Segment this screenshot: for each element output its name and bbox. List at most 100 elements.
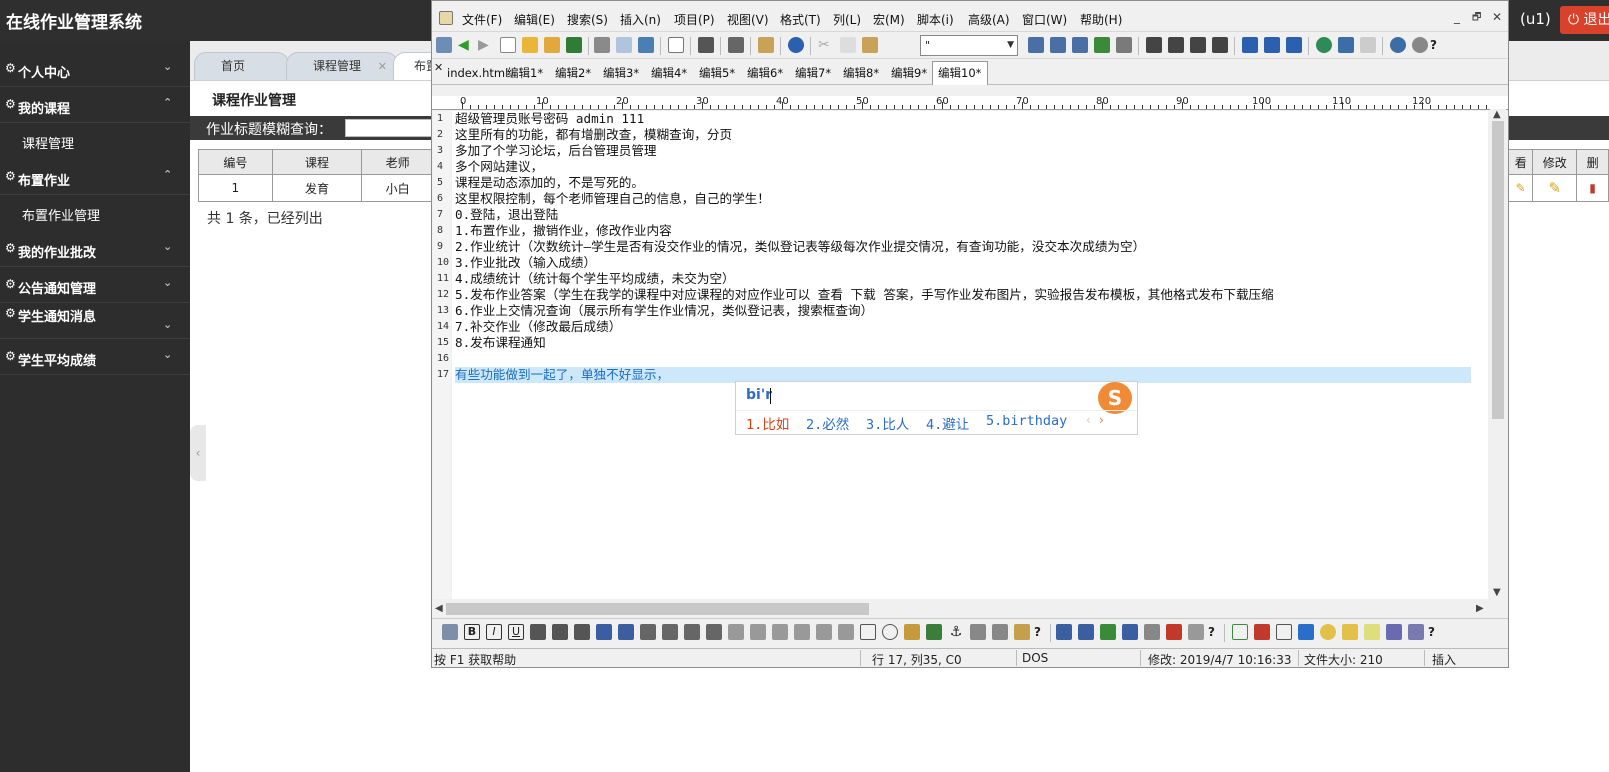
ime-candidate[interactable]: 1.比如 (746, 413, 789, 433)
align-justify-icon[interactable] (706, 624, 722, 640)
help-icon[interactable]: ? (1034, 624, 1050, 640)
sidebar-subitem-course-management[interactable]: 课程管理 (0, 123, 190, 159)
password-icon[interactable] (816, 624, 832, 640)
menu-help[interactable]: 帮助(H) (1080, 11, 1122, 28)
ime-candidate[interactable]: 4.避让 (926, 413, 969, 433)
frame-icon[interactable] (1078, 624, 1094, 640)
open-project-icon[interactable] (436, 37, 452, 53)
text-line[interactable]: 4.成绩统计（统计每个学生平均成绩，未交为空） (455, 271, 1471, 287)
menu-window[interactable]: 窗口(W) (1022, 11, 1067, 28)
scroll-left-icon[interactable]: ◀ (435, 603, 443, 614)
sidebar-item-average-scores[interactable]: ⚙ 学生平均成绩 ⌄ (0, 339, 190, 375)
paste-icon[interactable] (862, 37, 878, 53)
globe-icon[interactable] (1316, 37, 1332, 53)
sidebar-item-student-messages[interactable]: ⚙ 学生通知消息 ⌄ (0, 303, 190, 339)
wizard-icon[interactable] (1188, 624, 1204, 640)
help-icon[interactable]: ? (1208, 624, 1224, 640)
text-line[interactable]: 3.作业批改（输入成绩） (455, 255, 1471, 271)
checkbox-icon[interactable] (860, 624, 876, 640)
id-icon[interactable] (1122, 624, 1138, 640)
lock-icon[interactable] (1014, 624, 1030, 640)
document-icon[interactable] (668, 37, 684, 53)
text-line[interactable]: 超级管理员账号密码 admin 111 (455, 111, 1471, 127)
ime-next-icon[interactable]: › (1099, 413, 1104, 427)
close-icon[interactable]: ✕ (378, 53, 387, 80)
special-char-icon[interactable] (970, 624, 986, 640)
menu-file[interactable]: 文件(F) (462, 11, 502, 28)
sidebar-item-announcements[interactable]: ⚙ 公告通知管理 ⌄ (0, 267, 190, 303)
split-vertical-icon[interactable] (1264, 37, 1280, 53)
menu-view[interactable]: 视图(V) (727, 11, 769, 28)
ime-candidate[interactable]: 3.比人 (866, 413, 909, 433)
php-icon[interactable] (1386, 624, 1402, 640)
copy-icon[interactable] (840, 37, 856, 53)
tab-home[interactable]: 首页 (194, 52, 289, 80)
menu-macro[interactable]: 宏(M) (873, 11, 905, 28)
word-wrap-icon[interactable] (698, 37, 714, 53)
save-icon[interactable] (566, 37, 582, 53)
anchor-icon[interactable]: ⚓ (948, 624, 964, 640)
horizontal-scroll-thumb[interactable] (446, 603, 869, 615)
doc-tab-edit2[interactable]: 编辑2* (550, 64, 591, 84)
cut-icon[interactable]: ✂ (818, 37, 834, 53)
align-left-icon[interactable] (640, 624, 656, 640)
restore-icon[interactable]: 🗗 (1472, 10, 1481, 27)
radio-icon[interactable] (882, 624, 898, 640)
wikipedia-icon[interactable] (1276, 624, 1292, 640)
sidebar-collapse-handle[interactable]: ‹ (190, 425, 206, 481)
note-icon[interactable] (1364, 624, 1380, 640)
text-line[interactable]: 6.作业上交情况查询（展示所有学生作业情况，类似登记表，搜索框查询） (455, 303, 1471, 319)
numbered-list-icon[interactable] (574, 624, 590, 640)
delete-action-cell[interactable]: ▮ (1576, 174, 1609, 202)
browser-icon[interactable] (788, 37, 804, 53)
print-icon[interactable] (594, 37, 610, 53)
editor-text-area[interactable]: 超级管理员账号密码 admin 111 这里所有的功能，都有增删改查，模糊查询，… (452, 111, 1488, 599)
highlight-icon[interactable] (618, 624, 634, 640)
table-icon[interactable] (1056, 624, 1072, 640)
menu-advanced[interactable]: 高级(A) (968, 11, 1010, 28)
help-context-icon[interactable] (1412, 37, 1428, 53)
image-icon[interactable] (926, 624, 942, 640)
align-left-icon[interactable] (1146, 37, 1162, 53)
vertical-scroll-thumb[interactable] (1492, 121, 1504, 419)
bold-icon[interactable]: B (464, 624, 480, 640)
horizontal-scrollbar[interactable]: ◀ ▶ (432, 601, 1490, 617)
yahoo-icon[interactable] (1254, 624, 1270, 640)
text-line[interactable]: 这里权限控制，每个老师管理自己的信息，自己的学生！ (455, 191, 1471, 207)
hr-icon[interactable] (750, 624, 766, 640)
trash-icon[interactable]: ▮ (1589, 181, 1596, 195)
minimize-icon[interactable]: _ (1454, 10, 1460, 24)
split-horizontal-icon[interactable] (1242, 37, 1258, 53)
form-icon[interactable] (728, 624, 744, 640)
hex-icon[interactable] (728, 37, 744, 53)
text-line[interactable]: 7.补交作业（修改最后成绩） (455, 319, 1471, 335)
forward-arrow-icon[interactable]: ▶ (478, 37, 494, 53)
flash-icon[interactable] (1166, 624, 1182, 640)
find-icon[interactable] (1028, 37, 1044, 53)
text-line[interactable]: 课程是动态添加的，不是写死的。 (455, 175, 1471, 191)
doc-tab-edit9[interactable]: 编辑9* (886, 64, 927, 84)
menu-insert[interactable]: 插入(n) (620, 11, 661, 28)
color-picker-icon[interactable] (992, 624, 1008, 640)
sidebar-item-my-courses[interactable]: ⚙ 我的课程 ⌃ (0, 87, 190, 123)
open-folder-icon[interactable] (522, 37, 538, 53)
pencil-icon[interactable]: ✎ (1516, 181, 1526, 195)
ime-candidate[interactable]: 2.必然 (806, 413, 849, 433)
directory-icon[interactable] (1360, 37, 1376, 53)
text-line[interactable]: 2.作业统计（次数统计—学生是否有没交作业的情况，类似登记表等级每次作业提交情况… (455, 239, 1471, 255)
text-line[interactable]: 多个网站建议， (455, 159, 1471, 175)
doc-tab-edit7[interactable]: 编辑7* (790, 64, 831, 84)
text-line[interactable]: 1.布置作业，撤销作业，修改作业内容 (455, 223, 1471, 239)
select-icon[interactable] (838, 624, 854, 640)
doc-tab-edit1[interactable]: 编辑1* (502, 64, 543, 84)
scroll-down-icon[interactable]: ▼ (1493, 587, 1501, 598)
text-line[interactable]: 8.发布课程通知 (455, 335, 1471, 351)
ime-prev-icon[interactable]: ‹ (1086, 413, 1091, 427)
bullet-list-icon[interactable] (552, 624, 568, 640)
counter-icon[interactable] (1144, 624, 1160, 640)
menu-search[interactable]: 搜索(S) (567, 11, 608, 28)
close-icon[interactable]: ✕ (1492, 10, 1502, 24)
textbox-icon[interactable] (794, 624, 810, 640)
snippet-icon[interactable] (1342, 624, 1358, 640)
msdn-icon[interactable] (1298, 624, 1314, 640)
